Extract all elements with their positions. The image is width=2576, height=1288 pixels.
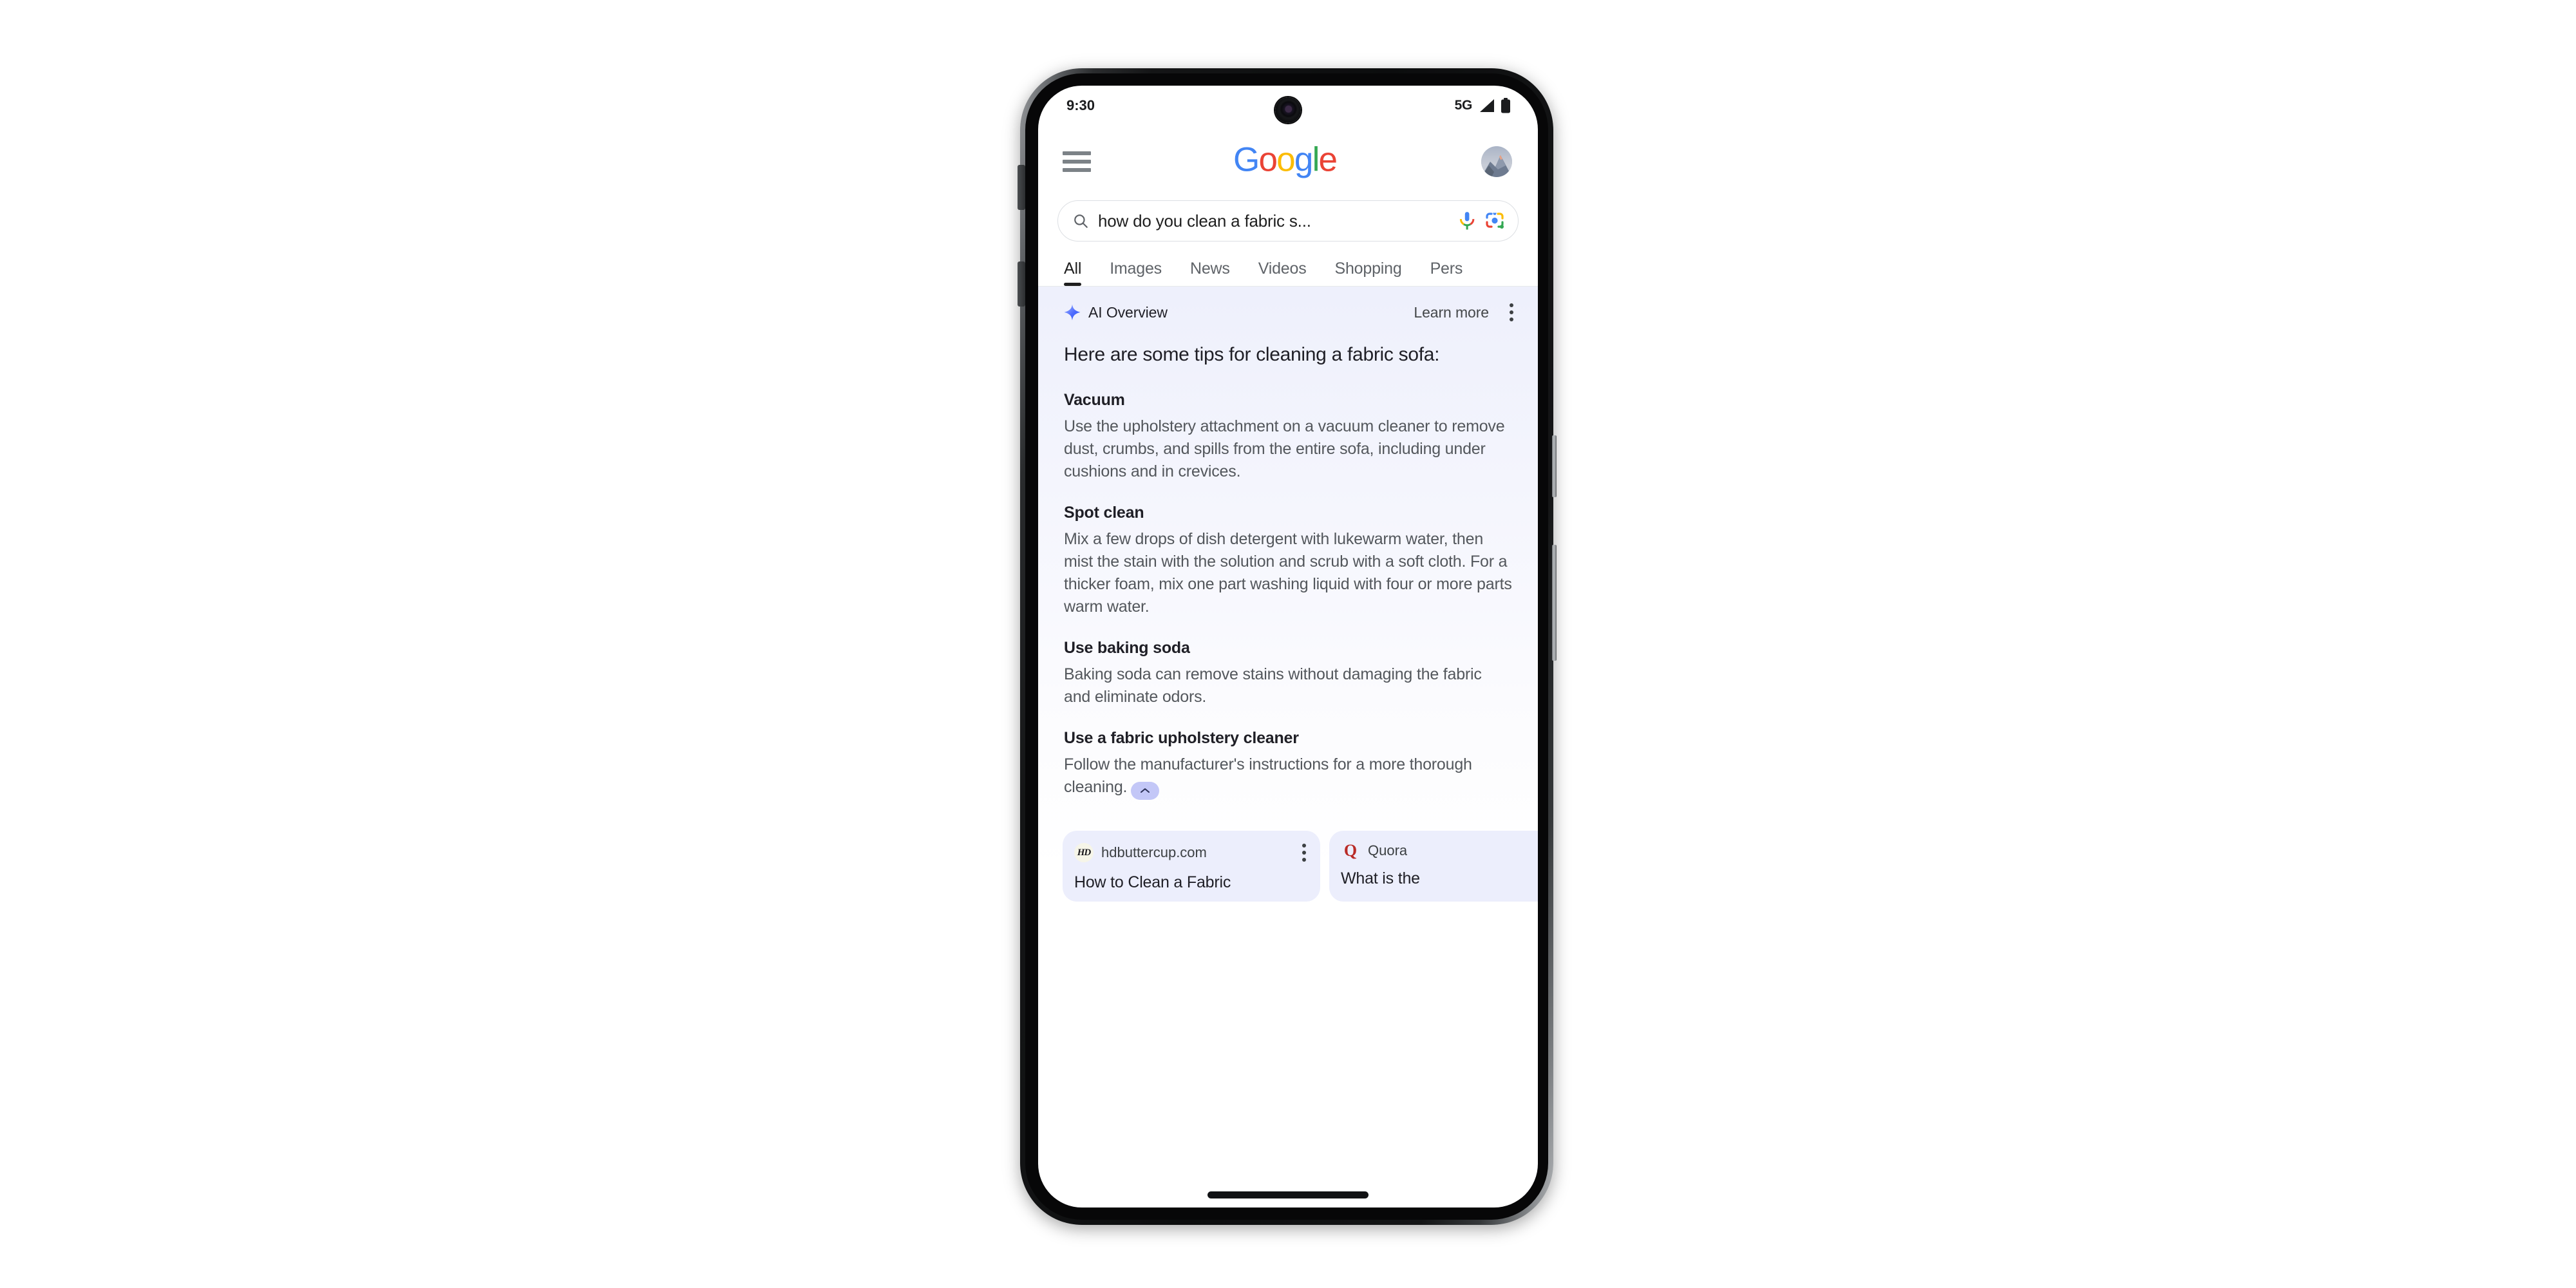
ai-section-body: Mix a few drops of dish detergent with l… <box>1064 530 1512 616</box>
ai-section-body-text: Follow the manufacturer's instructions f… <box>1064 755 1472 796</box>
power-button[interactable] <box>1552 435 1557 497</box>
screenshot-canvas: 9:30 5G Google how do you clean a fabric… <box>0 0 2576 1288</box>
search-bar-container: how do you clean a fabric s... <box>1038 198 1538 242</box>
ai-overview-header: AI Overview Learn more <box>1038 287 1538 325</box>
google-lens-icon[interactable] <box>1484 211 1505 231</box>
device-side-nub-top <box>1018 165 1025 210</box>
ai-overview-lead-text: Here are some tips for cleaning a fabric… <box>1064 344 1440 365</box>
ai-overview-header-actions: Learn more <box>1414 301 1516 324</box>
source-card-header: HD hdbuttercup.com <box>1074 841 1309 864</box>
learn-more-link[interactable]: Learn more <box>1414 304 1489 321</box>
home-gesture-bar[interactable] <box>1208 1191 1368 1198</box>
chevron-up-icon[interactable] <box>1131 782 1160 800</box>
google-logo: Google <box>1233 140 1339 180</box>
source-card[interactable]: Q Quora What is the <box>1329 831 1538 902</box>
signal-bars-icon <box>1478 99 1495 113</box>
tab-personal[interactable]: Pers <box>1430 260 1463 286</box>
tab-news[interactable]: News <box>1190 260 1230 286</box>
more-options-icon[interactable] <box>1503 301 1516 324</box>
ai-section-body: Follow the manufacturer's instructions f… <box>1064 753 1512 800</box>
avatar[interactable] <box>1481 146 1512 177</box>
phone-screen: 9:30 5G Google how do you clean a fabric… <box>1038 86 1538 1208</box>
ai-section-heading: Vacuum <box>1064 391 1125 409</box>
ai-section-body: Baking soda can remove stains without da… <box>1064 665 1482 706</box>
search-result-tabs: All Images News Videos Shopping Pers <box>1038 242 1538 287</box>
tab-videos[interactable]: Videos <box>1258 260 1307 286</box>
tab-images[interactable]: Images <box>1110 260 1162 286</box>
phone-device-frame: 9:30 5G Google how do you clean a fabric… <box>1018 68 1557 1225</box>
search-icon <box>1072 213 1089 229</box>
quora-favicon: Q <box>1343 841 1358 860</box>
ai-overview-body: Here are some tips for cleaning a fabric… <box>1038 325 1538 800</box>
search-input[interactable]: how do you clean a fabric s... <box>1057 200 1519 242</box>
source-card-carousel: HD hdbuttercup.com How to Clean a Fabric… <box>1038 819 1538 902</box>
app-header: Google <box>1038 126 1538 198</box>
device-side-nub-middle <box>1018 261 1025 307</box>
source-domain: Quora <box>1368 842 1408 858</box>
search-query-text: how do you clean a fabric s... <box>1098 211 1311 231</box>
ai-section: Vacuum Use the upholstery attachment on … <box>1064 390 1512 483</box>
ai-section: Use baking soda Baking soda can remove s… <box>1064 638 1512 708</box>
source-card-header: Q Quora <box>1341 841 1538 860</box>
network-type-label: 5G <box>1454 98 1473 113</box>
ai-section: Spot clean Mix a few drops of dish deter… <box>1064 502 1512 618</box>
ai-section-heading: Use baking soda <box>1064 639 1190 657</box>
ai-section-heading: Spot clean <box>1064 504 1144 522</box>
ai-section-body: Use the upholstery attachment on a vacuu… <box>1064 417 1505 480</box>
source-domain: hdbuttercup.com <box>1101 844 1207 860</box>
ai-section: Use a fabric upholstery cleaner Follow t… <box>1064 728 1512 800</box>
ai-sparkle-icon <box>1064 304 1081 321</box>
ai-overview-title: AI Overview <box>1088 303 1168 321</box>
ai-section-heading: Use a fabric upholstery cleaner <box>1064 729 1299 747</box>
tab-shopping[interactable]: Shopping <box>1335 260 1402 286</box>
battery-full-icon <box>1501 98 1511 113</box>
source-title: How to Clean a Fabric <box>1074 873 1231 891</box>
hamburger-menu-icon[interactable] <box>1063 151 1091 172</box>
more-options-icon[interactable] <box>1296 841 1309 864</box>
front-camera-punch-hole <box>1275 97 1301 123</box>
hdbuttercup-favicon: HD <box>1074 843 1094 862</box>
source-card[interactable]: HD hdbuttercup.com How to Clean a Fabric <box>1063 831 1320 902</box>
volume-button[interactable] <box>1552 545 1557 661</box>
status-bar-clock: 9:30 <box>1066 97 1095 113</box>
microphone-icon[interactable] <box>1459 211 1475 231</box>
source-title: What is the <box>1341 869 1420 887</box>
status-bar-indicators: 5G <box>1455 98 1511 113</box>
tab-all[interactable]: All <box>1064 260 1081 286</box>
ai-overview-panel: AI Overview Learn more Here are some tip… <box>1038 287 1538 1034</box>
svg-text:Google: Google <box>1233 144 1337 178</box>
